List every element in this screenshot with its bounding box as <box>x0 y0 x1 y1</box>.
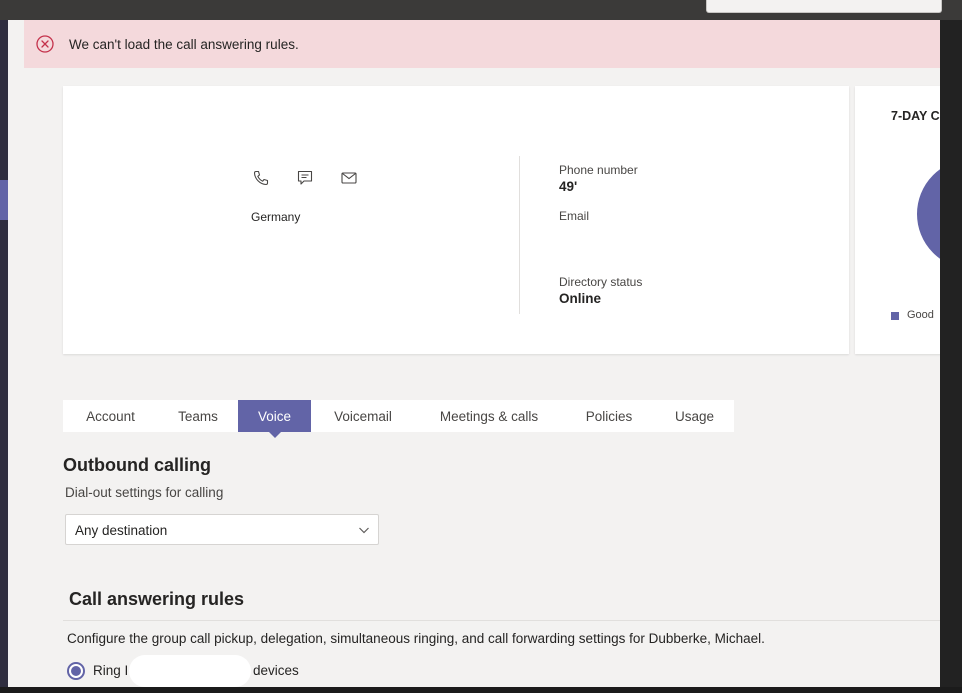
window-right-edge <box>940 20 962 693</box>
email-label: Email <box>559 209 590 223</box>
call-answering-title: Call answering rules <box>69 589 245 609</box>
error-banner: We can't load the call answering rules. <box>24 20 940 68</box>
profile-divider <box>519 156 520 314</box>
dial-out-value: Any destination <box>75 523 168 538</box>
phone-icon[interactable] <box>250 167 272 189</box>
top-bar <box>0 0 962 20</box>
tab-label: Account <box>86 408 135 424</box>
chat-icon[interactable] <box>294 167 316 189</box>
ring-devices-label-suffix: devices <box>253 663 299 678</box>
tab-voice[interactable]: Voice <box>238 400 311 438</box>
outbound-calling-title: Outbound calling <box>63 455 211 475</box>
user-tabs: Account Teams Voice Voicemail Meetings &… <box>63 400 734 438</box>
left-rail <box>0 20 14 693</box>
legend-good-label: Good <box>907 309 934 321</box>
main-content: We can't load the call answering rules. … <box>8 20 940 687</box>
outbound-calling-subtitle: Dial-out settings for calling <box>65 485 224 500</box>
call-answering-description: Configure the group call pickup, delegat… <box>67 631 765 646</box>
tab-label: Teams <box>178 408 218 424</box>
call-quality-donut <box>917 159 940 269</box>
chevron-down-icon <box>359 527 369 534</box>
tab-label: Usage <box>674 408 715 424</box>
tab-policies[interactable]: Policies <box>563 400 655 432</box>
ring-devices-label-prefix: Ring I <box>93 663 129 678</box>
tab-label: Policies <box>585 408 633 424</box>
call-quality-card: 7-DAY C Good <box>855 86 940 354</box>
user-country: Germany <box>251 210 301 224</box>
tab-teams[interactable]: Teams <box>158 400 238 432</box>
tab-usage[interactable]: Usage <box>655 400 734 432</box>
phone-number-label: Phone number <box>559 163 638 177</box>
dial-out-dropdown[interactable]: Any destination <box>65 514 379 545</box>
search-box[interactable] <box>706 0 942 13</box>
phone-number-value: 49' <box>559 179 578 194</box>
error-message: We can't load the call answering rules. <box>69 37 299 52</box>
redacted-area <box>129 655 251 687</box>
tab-label: Voicemail <box>334 408 392 424</box>
tab-label: Voice <box>257 408 292 424</box>
tab-voicemail[interactable]: Voicemail <box>311 400 415 432</box>
ring-devices-radio[interactable] <box>67 662 85 680</box>
tab-account[interactable]: Account <box>63 400 158 432</box>
directory-status-value: Online <box>559 291 602 306</box>
directory-status-label: Directory status <box>559 275 643 289</box>
window-bottom-edge <box>0 687 962 693</box>
mail-icon[interactable] <box>338 167 360 189</box>
legend-good-swatch <box>891 312 899 320</box>
tab-label: Meetings & calls <box>439 408 539 424</box>
user-profile-card: Germany Phone number 49' Email Directory… <box>63 86 849 354</box>
section-divider <box>63 620 940 621</box>
tab-meetings-calls[interactable]: Meetings & calls <box>415 400 563 432</box>
call-quality-title: 7-DAY C <box>891 109 940 123</box>
error-circle-icon <box>36 35 54 53</box>
